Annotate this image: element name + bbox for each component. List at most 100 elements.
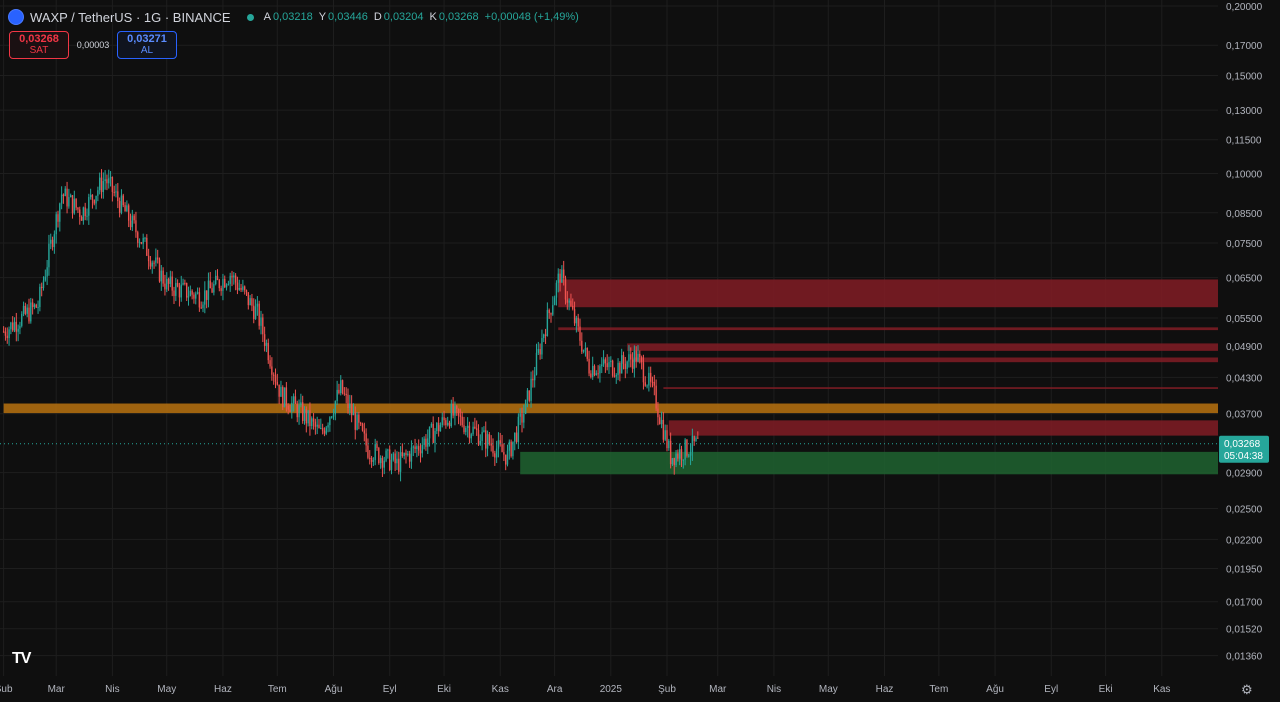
candle-body <box>642 362 645 383</box>
candle <box>588 350 590 377</box>
candle <box>233 272 235 285</box>
candle <box>635 346 637 368</box>
tradingview-logo[interactable]: TV <box>12 650 31 668</box>
candle-body <box>584 347 587 350</box>
candle <box>311 416 313 430</box>
candle <box>611 359 614 378</box>
candle <box>122 193 124 208</box>
candle <box>89 188 92 200</box>
candle <box>381 455 384 477</box>
price-tick-label: 0,01700 <box>1226 598 1263 609</box>
candle-body <box>557 273 559 283</box>
candle <box>129 213 132 231</box>
candle <box>253 298 255 324</box>
candle-body <box>392 453 395 460</box>
candle-body <box>111 177 114 192</box>
candle <box>573 301 576 326</box>
candle-body <box>394 453 396 464</box>
candle <box>405 449 407 464</box>
candle <box>356 412 358 431</box>
candle <box>367 438 369 460</box>
candle-body <box>613 375 616 377</box>
candle-body <box>470 434 472 439</box>
candle-body <box>486 434 489 449</box>
candle-body <box>187 295 190 298</box>
candle-body <box>425 438 427 447</box>
spread-value: 0,00003 <box>76 40 110 50</box>
time-tick-label: Şub <box>0 684 13 695</box>
candle-body <box>430 423 433 427</box>
candle <box>686 439 688 458</box>
candle-body <box>437 422 440 432</box>
candle-countdown: 05:04:38 <box>1224 451 1263 462</box>
candle-body <box>151 262 153 267</box>
candle-body <box>218 280 221 289</box>
candle-body <box>13 321 16 331</box>
candle-body <box>135 220 137 233</box>
ohlc-high-value: 0,03446 <box>328 11 368 23</box>
gear-icon[interactable]: ⚙ <box>1241 682 1253 698</box>
candle-body <box>655 385 657 409</box>
candle-body <box>521 413 523 423</box>
candle <box>176 279 179 288</box>
candle <box>601 357 603 374</box>
candle-body <box>263 334 266 346</box>
buy-button[interactable]: 0,03271 AL <box>117 31 177 59</box>
candle <box>236 276 239 295</box>
candle <box>657 401 659 426</box>
candle <box>39 283 41 312</box>
candle <box>292 393 295 412</box>
candle-body <box>220 288 222 291</box>
candle-body <box>224 278 226 288</box>
time-tick-label: Eki <box>1099 684 1113 695</box>
candle <box>466 417 469 438</box>
candle <box>209 271 211 289</box>
candle-body <box>390 459 393 471</box>
candle-body <box>519 413 521 417</box>
candle-body <box>175 283 177 296</box>
ohlc-open-value: 0,03218 <box>272 11 313 23</box>
candle-body <box>646 385 648 387</box>
candle-body <box>419 450 422 454</box>
candle-body <box>639 353 641 358</box>
candle-body <box>338 389 340 394</box>
candle-body <box>675 453 677 466</box>
candle <box>278 384 280 405</box>
candle <box>544 328 547 344</box>
candle <box>231 270 233 287</box>
candle <box>216 269 219 281</box>
candle <box>443 410 445 426</box>
time-tick-label: Haz <box>214 684 232 695</box>
sell-button[interactable]: 0,03268 SAT <box>9 31 69 59</box>
candle-body <box>120 195 123 213</box>
candle-body <box>532 378 534 381</box>
candle-body <box>635 350 637 362</box>
price-chart[interactable]: 0,20000 0,17000 0,15000 0,13000 0,11500 0,100… <box>0 0 1280 702</box>
symbol-title[interactable]: WAXP / TetherUS · 1G · BINANCE <box>30 10 231 25</box>
candle-body <box>30 302 32 322</box>
candle-body <box>303 409 306 421</box>
candle <box>153 260 155 269</box>
candle <box>682 459 685 469</box>
candle-body <box>242 286 244 290</box>
candle <box>140 241 143 245</box>
candle-body <box>191 290 193 295</box>
candle <box>73 190 76 215</box>
price-tick-label: 0,02200 <box>1226 535 1263 546</box>
candle <box>680 445 683 467</box>
time-tick-label: Ağu <box>325 684 343 695</box>
candle <box>644 376 646 387</box>
candle <box>10 321 12 335</box>
candle-body <box>385 450 387 461</box>
time-tick-label: Nis <box>767 684 781 695</box>
candle <box>95 195 97 210</box>
candle <box>336 380 338 405</box>
resistance-zone <box>663 387 1218 389</box>
candle-body <box>622 355 625 364</box>
candle <box>363 422 366 442</box>
price-tick-label: 0,13000 <box>1226 106 1263 117</box>
candle-body <box>363 430 366 434</box>
candle-body <box>387 449 389 451</box>
candle-body <box>581 340 583 352</box>
candle <box>521 407 523 433</box>
